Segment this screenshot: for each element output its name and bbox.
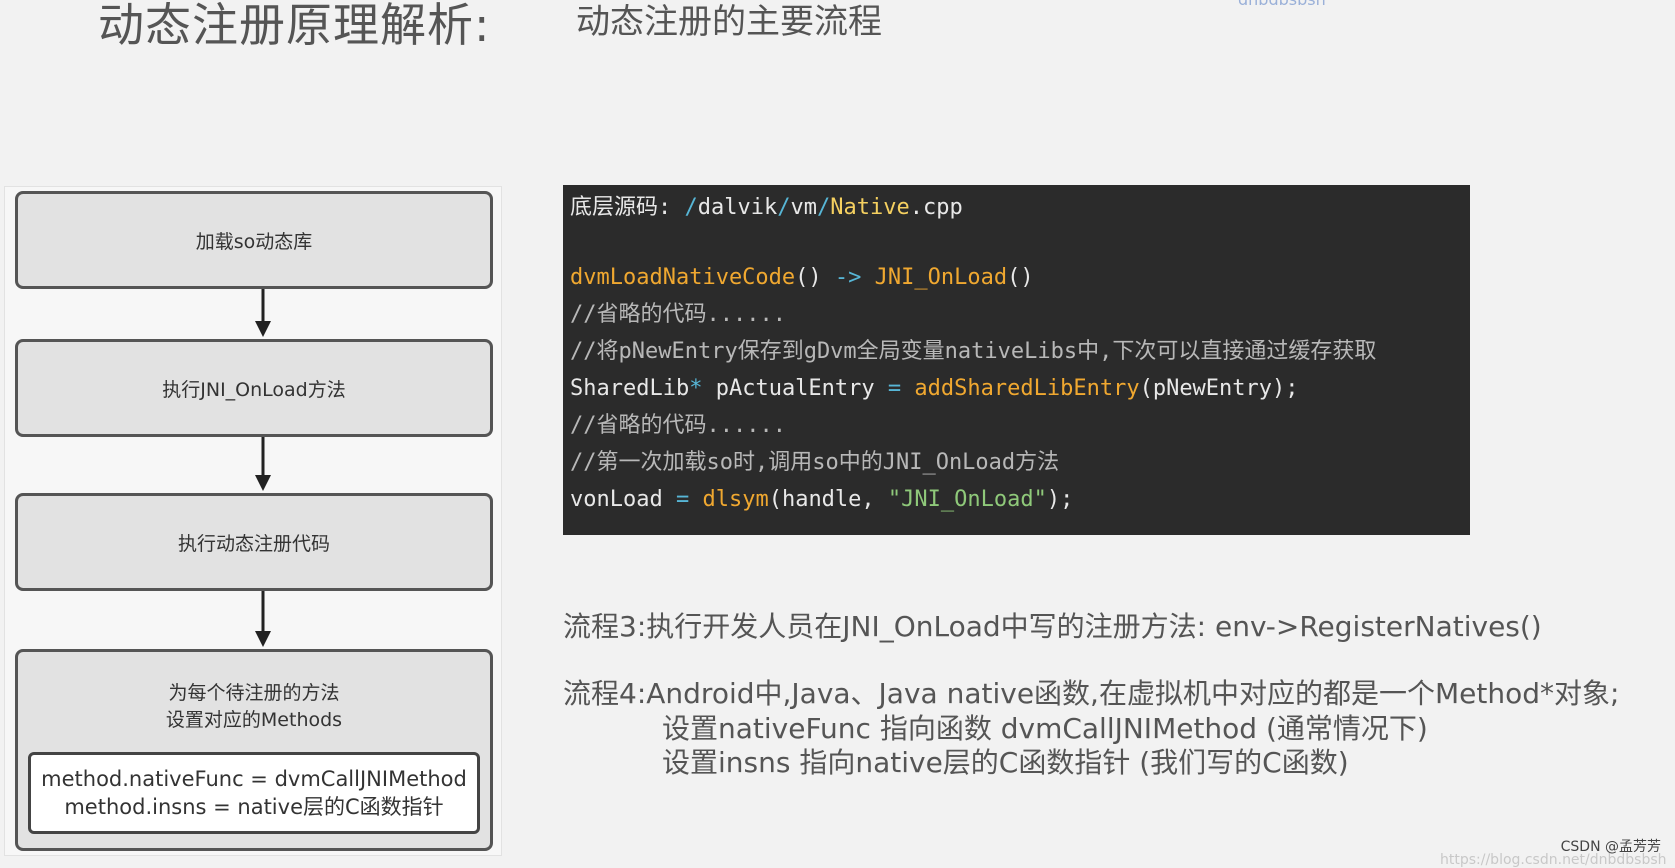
process-4-line2: 设置nativeFunc 指向函数 dvmCallJNIMethod (通常情况… (662, 712, 1428, 745)
process-4-text: 流程4:Android中,Java、Java native函数,在虚拟机中对应的… (563, 677, 1620, 710)
flow-step-label: 执行动态注册代码 (177, 532, 330, 555)
code-line-source-path: 底层源码: /dalvik/vm/Native.cpp (570, 193, 963, 223)
insns-assignment: method.insns = native层的C函数指针 (64, 795, 444, 819)
code-path-dir: dalvik (697, 195, 778, 220)
code-comment: //省略的代码...... (570, 302, 786, 327)
code-line-dlsym: vonLoad = dlsym(handle, "JNI_OnLoad"); (570, 485, 1073, 515)
arrow-down-icon (255, 289, 271, 337)
code-arrow: -> (821, 265, 875, 290)
code-args: (pNewEntry); (1139, 376, 1299, 401)
code-type: SharedLib (570, 376, 690, 401)
code-args: (handle, (768, 487, 888, 512)
process-3-text: 流程3:执行开发人员在JNI_OnLoad中写的注册方法: env->Regis… (563, 610, 1542, 643)
code-function: addSharedLibEntry (914, 376, 1140, 401)
code-paren: () (795, 265, 822, 290)
code-pointer: * (689, 376, 703, 401)
arrow-down-icon (255, 437, 271, 491)
code-source-label: 底层源码: (570, 195, 685, 220)
page-subtitle: 动态注册的主要流程 (576, 2, 882, 42)
code-args: ); (1046, 487, 1074, 512)
flow-step-label: 执行JNI_OnLoad方法 (162, 378, 346, 401)
code-comment: //省略的代码...... (570, 413, 786, 438)
flow-step-label: 为每个待注册的方法 (168, 682, 340, 704)
code-equals: = (887, 376, 902, 401)
flowchart-panel: 加载so动态库 执行JNI_OnLoad方法 执行动态注册代码 为每个待注册的方… (4, 186, 502, 856)
code-line-call-chain: dvmLoadNativeCode() -> JNI_OnLoad() (570, 263, 1034, 293)
watermark-text: CSDN @孟芳芳 (1560, 839, 1661, 855)
page-title: 动态注册原理解析: (98, 0, 491, 52)
code-variable: pActualEntry (702, 376, 888, 401)
code-path-slash: / (816, 195, 831, 220)
flow-step-set-methods: 为每个待注册的方法 设置对应的Methods method.nativeFunc… (15, 649, 493, 851)
flow-step-dynamic-register: 执行动态注册代码 (15, 493, 493, 591)
code-function: JNI_OnLoad (874, 265, 1008, 290)
flow-step-label: 设置对应的Methods (165, 709, 343, 731)
code-string: "JNI_OnLoad" (887, 487, 1047, 512)
code-comment: //将pNewEntry保存到gDvm全局变量nativeLibs中,下次可以直… (570, 339, 1377, 364)
code-path-slash: / (684, 195, 698, 220)
flow-step-jni-onload: 执行JNI_OnLoad方法 (15, 339, 493, 437)
code-equals: = (675, 487, 690, 512)
code-comment: //第一次加载so时,调用so中的JNI_OnLoad方法 (570, 450, 1060, 475)
code-path-ext: .cpp (909, 195, 963, 220)
native-func-assignment: method.nativeFunc = dvmCallJNIMethod (41, 767, 467, 791)
code-path-slash: / (777, 195, 791, 220)
flow-step-load-so: 加载so动态库 (15, 191, 493, 289)
flow-step-label: 加载so动态库 (195, 230, 313, 253)
code-paren: () (1007, 265, 1034, 290)
method-assignment-box: method.nativeFunc = dvmCallJNIMethod met… (28, 752, 480, 834)
code-function: dvmLoadNativeCode (570, 265, 796, 290)
code-function: dlsym (702, 487, 769, 512)
faint-header-text: dnbdbsbsh (1238, 0, 1326, 9)
source-code-block: 底层源码: /dalvik/vm/Native.cpp dvmLoadNativ… (563, 185, 1470, 535)
code-path-file: Native (830, 195, 910, 220)
code-variable: vonLoad (570, 487, 676, 512)
arrow-down-icon (255, 591, 271, 647)
process-4-line3: 设置insns 指向native层的C函数指针 (我们写的C函数) (662, 746, 1349, 779)
code-line-shared-lib: SharedLib* pActualEntry = addSharedLibEn… (570, 374, 1299, 404)
code-path-dir: vm (790, 195, 817, 220)
